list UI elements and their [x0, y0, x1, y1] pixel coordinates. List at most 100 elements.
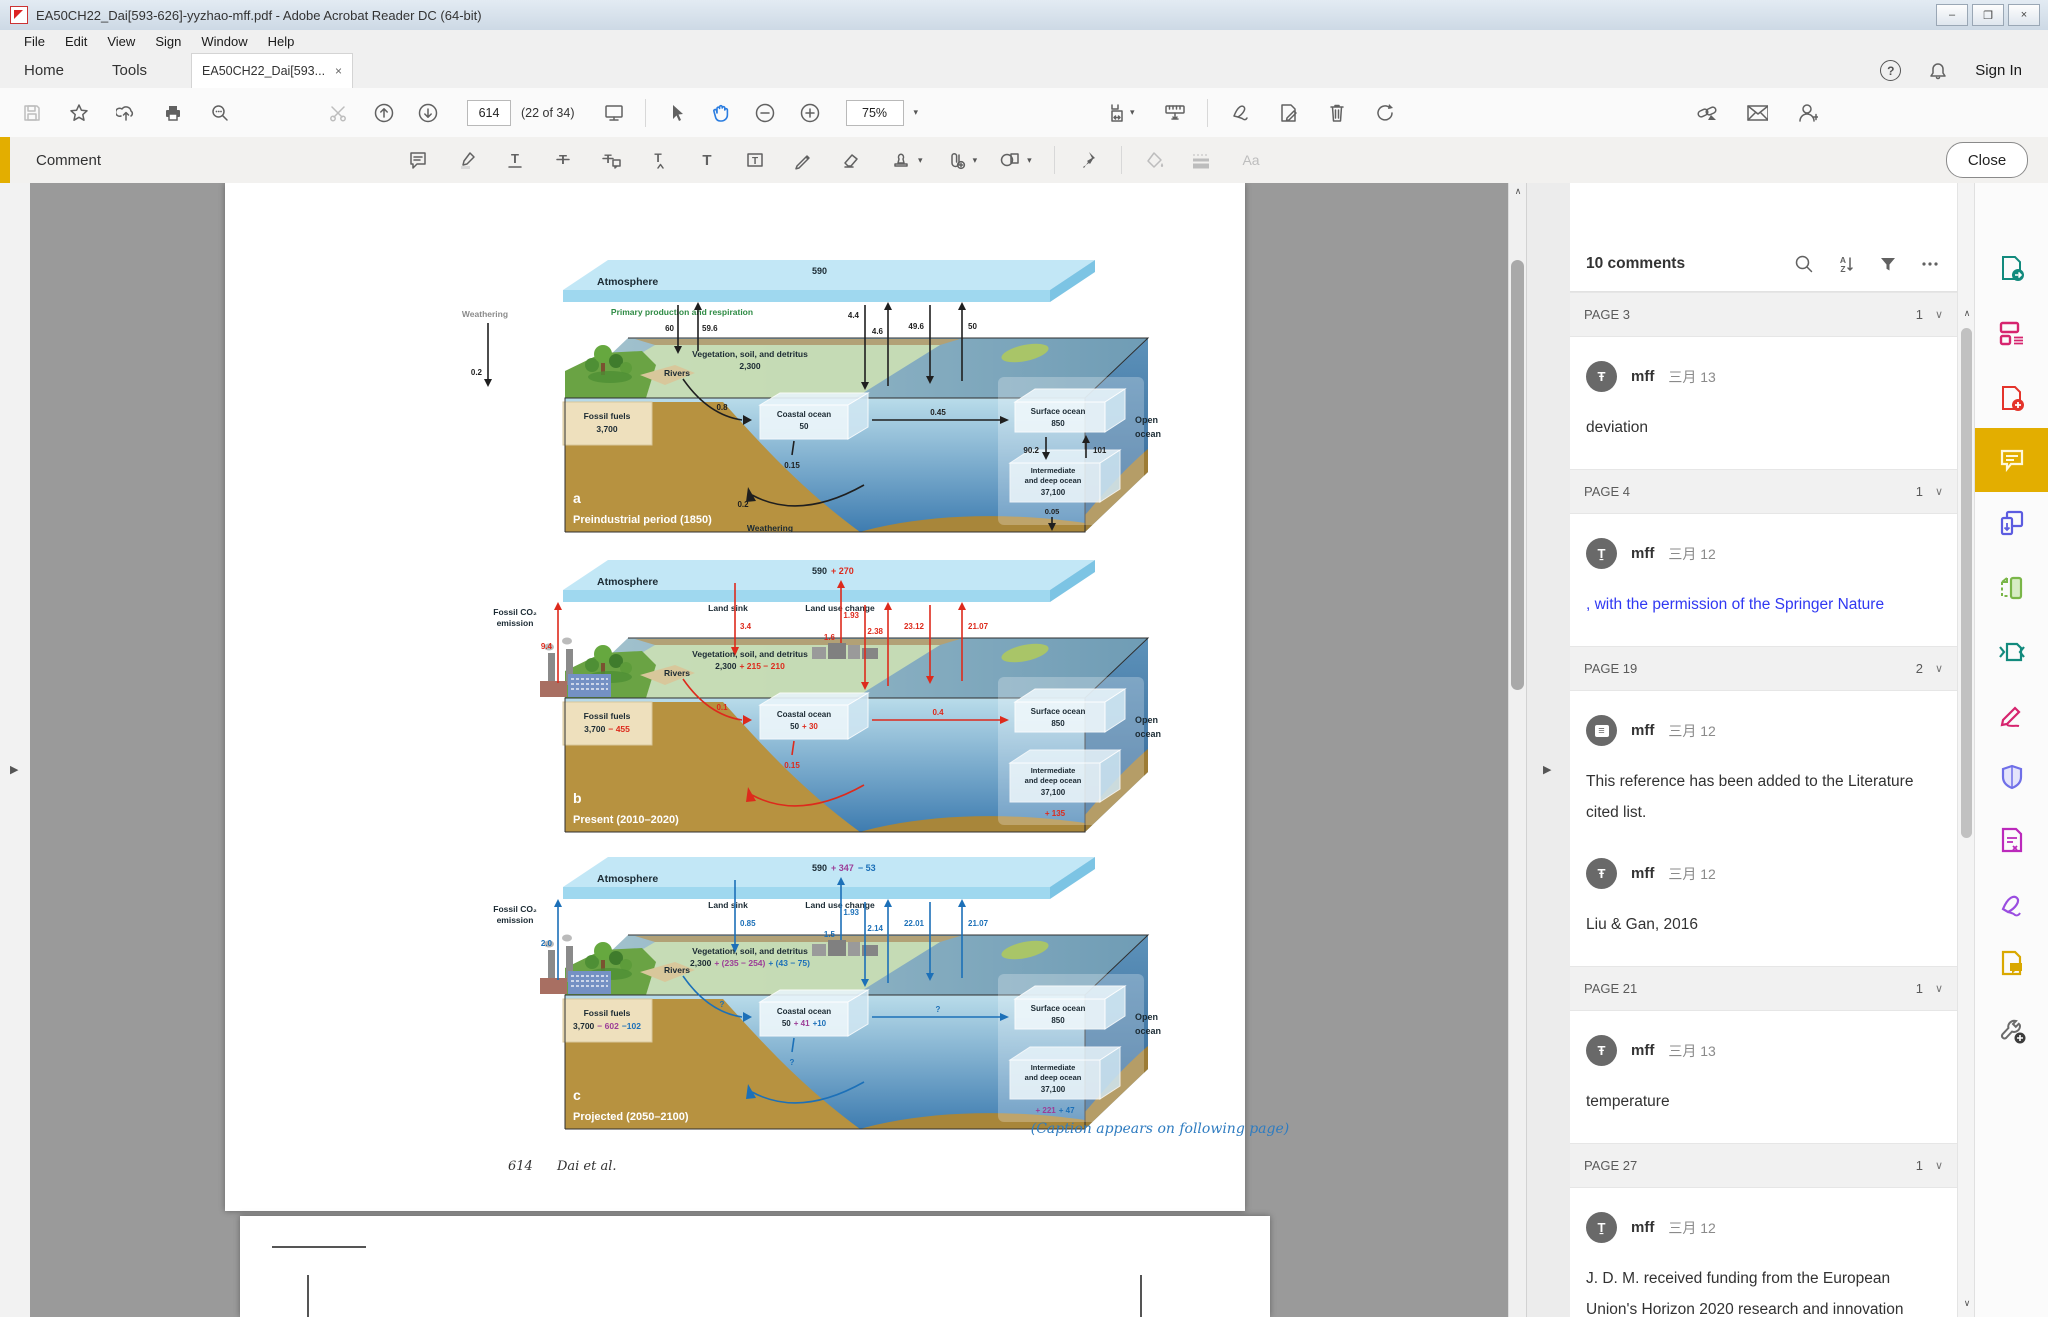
cut-scissors-icon[interactable]	[327, 102, 349, 124]
keep-tool-pin-icon[interactable]	[1077, 149, 1099, 171]
comment-item[interactable]: mff 三月 12 Liu & Gan, 2016	[1570, 854, 1957, 966]
share-upload-icon[interactable]	[115, 102, 137, 124]
combine-files-icon[interactable]	[1975, 491, 2048, 555]
next-page-icon[interactable]	[417, 102, 439, 124]
measure-ruler-icon[interactable]	[1163, 102, 1185, 124]
previous-page-icon[interactable]	[373, 102, 395, 124]
edit-pdf-icon[interactable]	[1975, 683, 2048, 747]
stamp-dropdown-icon[interactable]: ▾	[918, 155, 923, 166]
attach-file-icon[interactable]	[945, 149, 967, 171]
fill-color-icon[interactable]	[1144, 149, 1166, 171]
share-person-icon[interactable]	[1796, 102, 1818, 124]
more-tools-icon[interactable]	[1975, 998, 2048, 1062]
tab-tools[interactable]: Tools	[88, 62, 171, 79]
attach-dropdown-icon[interactable]: ▾	[973, 155, 978, 166]
comments-scrollbar[interactable]: ∧ ∨	[1957, 183, 1975, 1317]
find-icon[interactable]	[209, 102, 231, 124]
page-group-header[interactable]: PAGE 19 2∨	[1570, 646, 1957, 691]
document-scrollbar[interactable]: ∧	[1508, 183, 1527, 1317]
document-view[interactable]: Atmosphere 590	[30, 183, 1508, 1317]
line-thickness-icon[interactable]	[1190, 149, 1212, 171]
hand-tool-icon[interactable]	[710, 102, 732, 124]
add-text-icon[interactable]: T	[696, 149, 718, 171]
fit-width-icon[interactable]	[1108, 102, 1130, 124]
email-icon[interactable]	[1746, 102, 1768, 124]
sticky-note-icon[interactable]	[407, 149, 429, 171]
draw-pencil-icon[interactable]	[792, 149, 814, 171]
comment-item[interactable]: mff 三月 13 temperature	[1570, 1011, 1957, 1143]
menu-help[interactable]: Help	[258, 34, 305, 49]
tab-home[interactable]: Home	[0, 62, 88, 79]
notifications-bell-icon[interactable]	[1927, 60, 1949, 82]
filter-comments-icon[interactable]	[1877, 253, 1899, 275]
comment-item[interactable]: mff 三月 12 , with the permission of the S…	[1570, 514, 1957, 646]
text-box-icon[interactable]: T	[744, 149, 766, 171]
highlighter-icon[interactable]	[456, 149, 478, 171]
comment-item[interactable]: mff 三月 13 deviation	[1570, 337, 1957, 469]
delete-trash-icon[interactable]	[1326, 102, 1348, 124]
underline-text-icon[interactable]: T	[504, 149, 526, 171]
page-group-header[interactable]: PAGE 21 1∨	[1570, 966, 1957, 1011]
restore-button[interactable]: ❐	[1972, 4, 2004, 26]
prepare-form-icon[interactable]	[1975, 808, 2048, 872]
page-group-header[interactable]: PAGE 27 1∨	[1570, 1143, 1957, 1188]
save-icon[interactable]	[21, 102, 43, 124]
print-icon[interactable]	[162, 102, 184, 124]
single-page-view-icon[interactable]	[603, 102, 625, 124]
zoom-level-input[interactable]: 75%	[846, 100, 904, 126]
comments-scrollbar-thumb[interactable]	[1961, 328, 1972, 838]
comment-item[interactable]: mff 三月 12 This reference has been added …	[1570, 691, 1957, 854]
zoom-in-icon[interactable]	[799, 102, 821, 124]
eraser-icon[interactable]	[841, 149, 863, 171]
edit-page-icon[interactable]	[1278, 102, 1300, 124]
menu-edit[interactable]: Edit	[55, 34, 97, 49]
strikethrough-text-icon[interactable]: T	[552, 149, 574, 171]
shapes-icon[interactable]	[999, 149, 1021, 171]
shapes-dropdown-icon[interactable]: ▾	[1027, 155, 1032, 166]
document-scrollbar-thumb[interactable]	[1511, 260, 1524, 690]
comment-item[interactable]: mff 三月 12 J. D. M. received funding from…	[1570, 1188, 1957, 1317]
search-comments-icon[interactable]	[1793, 253, 1815, 275]
sort-comments-icon[interactable]: AZ	[1835, 253, 1857, 275]
text-style-icon[interactable]: Aa	[1236, 149, 1266, 171]
menu-view[interactable]: View	[97, 34, 145, 49]
comment-tool-icon[interactable]	[1975, 428, 2048, 492]
fill-sign-pen-icon[interactable]	[1975, 873, 2048, 937]
insert-text-icon[interactable]: T	[648, 149, 670, 171]
pdf-page-614[interactable]: Atmosphere 590	[225, 183, 1245, 1211]
sign-pen-icon[interactable]	[1230, 102, 1252, 124]
scan-ocr-icon[interactable]	[1975, 556, 2048, 620]
pdf-page-615[interactable]	[240, 1216, 1270, 1317]
page-number-input[interactable]: 614	[467, 100, 511, 126]
menu-sign[interactable]: Sign	[145, 34, 191, 49]
replace-text-icon[interactable]: T	[600, 149, 622, 171]
zoom-out-icon[interactable]	[754, 102, 776, 124]
export-pdf-icon[interactable]	[1975, 236, 2048, 300]
protect-pdf-icon[interactable]	[1975, 745, 2048, 809]
minimize-button[interactable]: –	[1936, 4, 1968, 26]
page-group-header[interactable]: PAGE 3 1∨	[1570, 292, 1957, 337]
create-pdf-icon[interactable]	[1975, 366, 2048, 430]
zoom-dropdown-icon[interactable]: ▾	[914, 107, 919, 118]
stamp-icon[interactable]	[890, 149, 912, 171]
close-window-button[interactable]: ×	[2008, 4, 2040, 26]
rotate-icon[interactable]	[1374, 102, 1396, 124]
link-tools-icon[interactable]	[1696, 102, 1718, 124]
tab-document[interactable]: EA50CH22_Dai[593... ×	[191, 53, 353, 89]
organize-pages-icon[interactable]	[1975, 301, 2048, 365]
collapse-group-icon[interactable]: ∨	[1935, 485, 1943, 498]
expand-left-pane-icon[interactable]: ▶	[10, 763, 18, 776]
compress-pdf-icon[interactable]	[1975, 620, 2048, 684]
page-group-header[interactable]: PAGE 4 1∨	[1570, 469, 1957, 514]
send-for-comments-icon[interactable]	[1975, 931, 2048, 995]
select-tool-icon[interactable]	[666, 102, 688, 124]
scroll-up-icon[interactable]: ∧	[1509, 183, 1527, 200]
collapse-group-icon[interactable]: ∨	[1935, 982, 1943, 995]
collapse-group-icon[interactable]: ∨	[1935, 662, 1943, 675]
collapse-group-icon[interactable]: ∨	[1935, 1159, 1943, 1172]
comments-options-icon[interactable]	[1919, 253, 1941, 275]
star-favorites-icon[interactable]	[68, 102, 90, 124]
help-icon[interactable]: ?	[1880, 60, 1901, 81]
menu-file[interactable]: File	[14, 34, 55, 49]
sign-in-button[interactable]: Sign In	[1975, 62, 2022, 79]
